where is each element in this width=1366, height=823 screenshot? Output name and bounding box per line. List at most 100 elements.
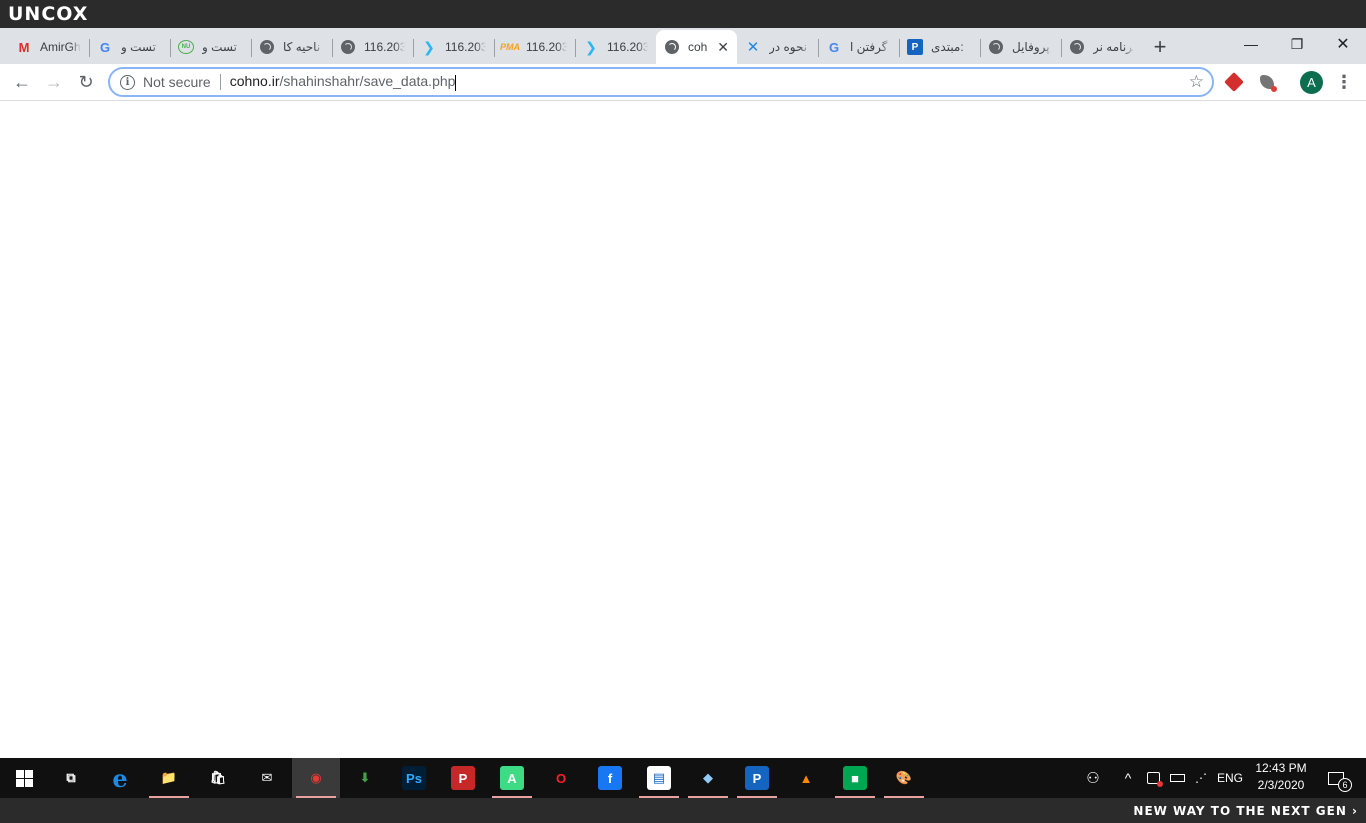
security-label[interactable]: Not secure [143, 74, 211, 90]
globe-icon [988, 39, 1004, 55]
green-circle-icon: NU [178, 40, 194, 54]
tab-10[interactable]: G گرفتن ا [818, 30, 899, 64]
taskbar-app-2[interactable]: 📁 [145, 758, 193, 798]
globe-icon [340, 39, 356, 55]
taskbar-app-16[interactable]: ■ [831, 758, 879, 798]
tab-11[interactable]: P مبتدی: [899, 30, 980, 64]
tab-3[interactable]: ناحیه کا [251, 30, 332, 64]
gmail-icon: M [18, 39, 30, 55]
taskbar-app-13[interactable]: ◆ [684, 758, 732, 798]
restore-button[interactable]: ❐ [1274, 28, 1320, 60]
brand-logo: UNCOX [8, 3, 89, 25]
text-caret [455, 74, 457, 91]
taskbar-app-1[interactable]: e [96, 758, 144, 798]
blue-square-icon: P [907, 39, 923, 55]
tab-title: نحوه در [769, 40, 808, 54]
task-view-icon: ⧉ [66, 770, 76, 785]
file-explorer-icon: 📁 [160, 770, 178, 785]
tab-0[interactable]: M AmirGh [8, 30, 89, 64]
info-icon[interactable]: i [120, 74, 135, 90]
browser-toolbar: ← → ↻ i Not secure cohno.ir/shahinshahr/… [0, 64, 1366, 101]
taskbar-app-15[interactable]: ▲ [782, 758, 830, 798]
tab-title: 116.203 [526, 40, 567, 54]
forward-button[interactable]: → [38, 68, 70, 96]
tab-2[interactable]: NU تست و [170, 30, 251, 64]
taskbar-app-7[interactable]: Ps [390, 758, 438, 798]
omnibox-divider [219, 74, 221, 90]
google-icon: G [828, 39, 840, 55]
taskbar-app-0[interactable]: ⧉ [47, 758, 95, 798]
clock[interactable]: 12:43 PM 2/3/2020 [1250, 760, 1312, 794]
new-tab-button[interactable]: + [1142, 30, 1178, 64]
clock-time: 12:43 PM [1255, 761, 1307, 775]
profile-avatar[interactable]: A [1300, 71, 1323, 94]
blue-notebook-icon: ◆ [703, 770, 713, 785]
tab-title: پروفایل [1012, 40, 1050, 54]
taskbar-app-12[interactable]: ▤ [635, 758, 683, 798]
red-extension-icon[interactable] [1222, 70, 1246, 94]
arrow-icon: ❯ [585, 38, 597, 55]
tab-4[interactable]: 116.203 [332, 30, 413, 64]
people-icon[interactable]: ⚇ [1080, 758, 1106, 798]
tab-list: M AmirGh G تست و NU تست و ناحیه کا 116.203 ❯ 116.… [8, 30, 1142, 64]
facebook-icon: f [598, 766, 622, 790]
taskbar-app-5[interactable]: ◉ [292, 758, 340, 798]
tab-13[interactable]: برنامه نر [1061, 30, 1142, 64]
taskbar: ⧉ e 📁 🛍 ✉ ◉ ⬇ Ps P A Of ▤ ◆ P ▲ ■ 🎨 ⚇ ^ ⋰ ENG 12:43 PM 2… [0, 758, 1366, 798]
tab-12[interactable]: پروفایل [980, 30, 1061, 64]
globe-icon [259, 39, 275, 55]
minimize-button[interactable]: — [1228, 28, 1274, 60]
slogan-bar: NEW WAY TO THE NEXT GEN › [0, 798, 1366, 823]
taskbar-app-17[interactable]: 🎨 [880, 758, 928, 798]
close-window-button[interactable]: ✕ [1320, 28, 1366, 60]
taskbar-app-14[interactable]: P [733, 758, 781, 798]
arrow-icon: ❯ [423, 38, 435, 55]
tab-title: coh [688, 40, 708, 54]
reload-button[interactable]: ↻ [70, 68, 102, 96]
green-app-icon: ■ [843, 766, 867, 790]
store-icon: 🛍 [209, 770, 227, 785]
tab-9[interactable]: ✕ نحوه در [737, 30, 818, 64]
taskbar-app-11[interactable]: f [586, 758, 634, 798]
close-tab-icon[interactable]: ✕ [717, 39, 729, 56]
battery-icon[interactable] [1167, 758, 1187, 798]
taskbar-app-3[interactable]: 🛍 [194, 758, 242, 798]
security-tray-icon[interactable] [1143, 758, 1163, 798]
taskbar-app-6[interactable]: ⬇ [341, 758, 389, 798]
start-button[interactable] [0, 758, 48, 798]
taskbar-app-9[interactable]: A [488, 758, 536, 798]
bookmark-star-icon[interactable]: ☆ [1189, 72, 1204, 92]
notification-center-button[interactable]: 6 [1318, 758, 1354, 798]
language-indicator[interactable]: ENG [1214, 758, 1246, 798]
tab-strip: M AmirGh G تست و NU تست و ناحیه کا 116.203 ❯ 116.… [0, 28, 1366, 64]
edge-icon: e [112, 763, 128, 793]
url-text[interactable]: cohno.ir/shahinshahr/save_data.php [230, 73, 457, 91]
gray-extension-icon[interactable] [1255, 70, 1279, 94]
chrome-icon: ◉ [310, 770, 322, 785]
x-logo-icon: ✕ [746, 39, 760, 56]
tab-1[interactable]: G تست و [89, 30, 170, 64]
tab-title: تست و [121, 40, 156, 54]
wifi-icon[interactable]: ⋰ [1190, 758, 1212, 798]
menu-icon[interactable]: ⋮ [1334, 68, 1354, 96]
url-path: /shahinshahr/save_data.php [279, 73, 456, 90]
notification-count-badge: 6 [1338, 778, 1352, 792]
chevron-up-icon[interactable]: ^ [1118, 758, 1138, 798]
taskbar-app-10[interactable]: O [537, 758, 585, 798]
globe-icon [1069, 39, 1085, 55]
tab-5[interactable]: ❯ 116.203 [413, 30, 494, 64]
tab-title: گرفتن ا [850, 40, 888, 54]
p-blue-app-icon: P [745, 766, 769, 790]
back-button[interactable]: ← [6, 68, 38, 96]
tab-8[interactable]: coh ✕ [656, 30, 737, 64]
tab-title: 116.203 [607, 40, 648, 54]
tab-6[interactable]: PMA 116.203 [494, 30, 575, 64]
globe-icon [664, 39, 680, 55]
address-bar[interactable]: i Not secure cohno.ir/shahinshahr/save_d… [108, 67, 1214, 97]
taskbar-app-8[interactable]: P [439, 758, 487, 798]
taskbar-app-4[interactable]: ✉ [243, 758, 291, 798]
brand-bar: UNCOX [0, 0, 1366, 28]
tab-7[interactable]: ❯ 116.203 [575, 30, 656, 64]
download-manager-icon: ⬇ [359, 770, 371, 785]
opera-icon: O [555, 770, 567, 786]
